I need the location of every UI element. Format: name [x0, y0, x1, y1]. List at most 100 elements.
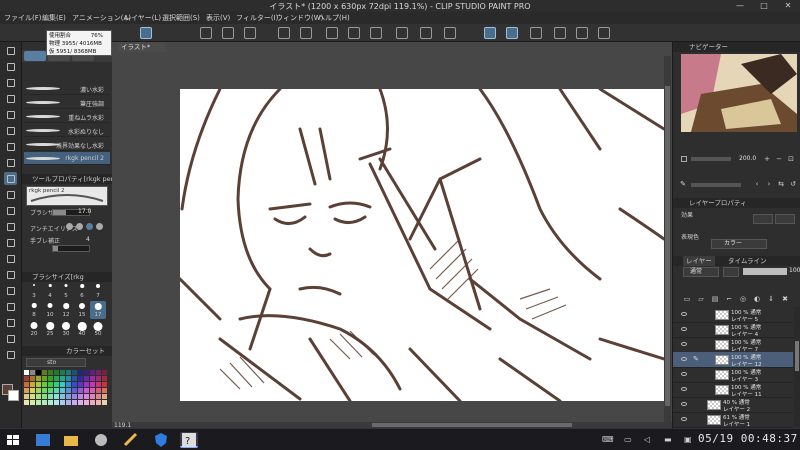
frame-tool-icon[interactable]	[4, 284, 17, 297]
color-swatch[interactable]	[54, 382, 59, 387]
color-swatch[interactable]	[102, 394, 107, 399]
transform-icon[interactable]	[370, 27, 382, 39]
brush-size-option[interactable]: 6	[74, 282, 90, 300]
eyedropper-icon[interactable]: ✎	[679, 180, 687, 188]
battery-icon[interactable]: ▬	[664, 435, 672, 444]
color-swatch[interactable]	[66, 382, 71, 387]
color-swatch[interactable]	[84, 382, 89, 387]
color-swatch[interactable]	[66, 370, 71, 375]
new-folder-icon[interactable]: ▤	[711, 295, 719, 303]
brush-size-option[interactable]: 8	[26, 301, 42, 319]
color-swatch[interactable]	[66, 388, 71, 393]
navigator-zoom-slider[interactable]	[691, 157, 731, 161]
brush-size-option[interactable]: 20	[26, 320, 42, 338]
zoom-tool-icon[interactable]	[4, 44, 17, 57]
color-swatch[interactable]	[96, 376, 101, 381]
object-tool-icon[interactable]	[4, 76, 17, 89]
brush-size-option[interactable]: 3	[26, 282, 42, 300]
balloon-tool-icon[interactable]	[4, 332, 17, 345]
new-vector-layer-icon[interactable]: ▱	[697, 295, 705, 303]
figure-tool-icon[interactable]	[4, 268, 17, 281]
layer-row[interactable]: 100 % 通常 レイヤー 7	[673, 337, 793, 353]
close-button[interactable]: ✕	[776, 0, 800, 12]
color-swatch[interactable]	[102, 382, 107, 387]
lasso-tool-icon[interactable]	[4, 108, 17, 121]
color-swatch[interactable]	[102, 370, 107, 375]
subtool-tab-watercolor[interactable]	[24, 51, 46, 61]
color-swatch[interactable]	[78, 388, 83, 393]
brush-item-selected[interactable]: rkgk pencil 2	[24, 152, 110, 165]
lock-icon[interactable]	[723, 267, 739, 277]
clip-layer-icon[interactable]: ⌐	[725, 295, 733, 303]
color-swatch[interactable]	[48, 376, 53, 381]
color-swatch[interactable]	[30, 376, 35, 381]
color-swatch[interactable]	[84, 370, 89, 375]
start-icon[interactable]	[4, 432, 22, 448]
snap-grid-icon[interactable]	[530, 27, 542, 39]
color-swatch[interactable]	[96, 388, 101, 393]
mask-icon[interactable]: ◐	[753, 295, 761, 303]
paint-app-icon[interactable]	[34, 432, 52, 448]
airbrush-tool-icon[interactable]	[4, 188, 17, 201]
reset-rotation-icon[interactable]: ↺	[789, 180, 797, 188]
color-swatch[interactable]	[78, 370, 83, 375]
hand-tool-icon[interactable]	[4, 60, 17, 73]
assets-icon[interactable]	[576, 27, 588, 39]
color-swatch[interactable]	[78, 376, 83, 381]
color-swatch[interactable]	[66, 400, 71, 405]
color-swatch[interactable]	[72, 388, 77, 393]
color-swatch[interactable]	[48, 370, 53, 375]
color-swatch[interactable]	[72, 394, 77, 399]
color-swatch[interactable]	[30, 370, 35, 375]
color-swatch[interactable]	[78, 400, 83, 405]
color-swatch[interactable]	[30, 400, 35, 405]
color-swatch[interactable]	[24, 394, 29, 399]
color-swatch[interactable]	[36, 382, 41, 387]
fit-icon[interactable]: ⊡	[787, 155, 795, 163]
border-effect-button[interactable]	[753, 214, 773, 224]
menu-help[interactable]: ヘルプ(H)	[318, 13, 350, 23]
brush-item[interactable]: 筆圧強調	[24, 96, 110, 109]
rotation-slider[interactable]	[691, 183, 741, 187]
delete-layer-icon[interactable]: ✖	[781, 295, 789, 303]
layer-row[interactable]: 100 % 通常 レイヤー 11	[673, 382, 793, 398]
fill-icon[interactable]	[348, 27, 360, 39]
menu-animation[interactable]: アニメーション(A)	[72, 13, 131, 23]
game-app-icon[interactable]	[92, 432, 110, 448]
color-swatch[interactable]	[48, 382, 53, 387]
layer-row[interactable]: ✎ 100 % 通常 レイヤー 12	[673, 352, 793, 368]
eye-icon[interactable]	[681, 342, 687, 346]
color-swatch[interactable]	[60, 400, 65, 405]
maximize-button[interactable]: □	[752, 0, 776, 12]
color-swatch[interactable]	[54, 370, 59, 375]
color-swatch[interactable]	[42, 376, 47, 381]
color-swatch[interactable]	[96, 370, 101, 375]
new-canvas-icon[interactable]	[140, 27, 152, 39]
color-swatch[interactable]	[30, 394, 35, 399]
layer-row[interactable]: 40 % 通常 レイヤー 2	[673, 397, 793, 413]
crop-icon[interactable]	[420, 27, 432, 39]
rotate-left-icon[interactable]: ‹	[753, 180, 761, 188]
eye-icon[interactable]	[681, 312, 687, 316]
brush-size-option[interactable]: 5	[58, 282, 74, 300]
eye-icon[interactable]	[681, 357, 687, 361]
color-swatch[interactable]	[48, 394, 53, 399]
brush-size-option[interactable]: 25	[42, 320, 58, 338]
color-swatch[interactable]	[54, 394, 59, 399]
color-swatch[interactable]	[102, 376, 107, 381]
color-swatch[interactable]	[36, 400, 41, 405]
color-swatch[interactable]	[48, 400, 53, 405]
minimize-button[interactable]: —	[728, 0, 752, 12]
snap-special-ruler-icon[interactable]	[506, 27, 518, 39]
zoom-in-icon[interactable]: +	[763, 155, 771, 163]
layer-list-scrollbar[interactable]	[794, 307, 800, 427]
color-swatch[interactable]	[30, 388, 35, 393]
brush-item[interactable]: 水彩ぬりなし	[24, 124, 110, 137]
antialias-selector[interactable]	[66, 222, 106, 231]
eye-icon[interactable]	[681, 417, 687, 421]
eye-icon[interactable]	[681, 372, 687, 376]
menu-file[interactable]: ファイル(F)	[4, 13, 42, 23]
tab-timeline[interactable]: タイムライン	[725, 256, 770, 266]
pencil-tool-icon[interactable]	[4, 156, 17, 169]
color-swatch[interactable]	[96, 400, 101, 405]
